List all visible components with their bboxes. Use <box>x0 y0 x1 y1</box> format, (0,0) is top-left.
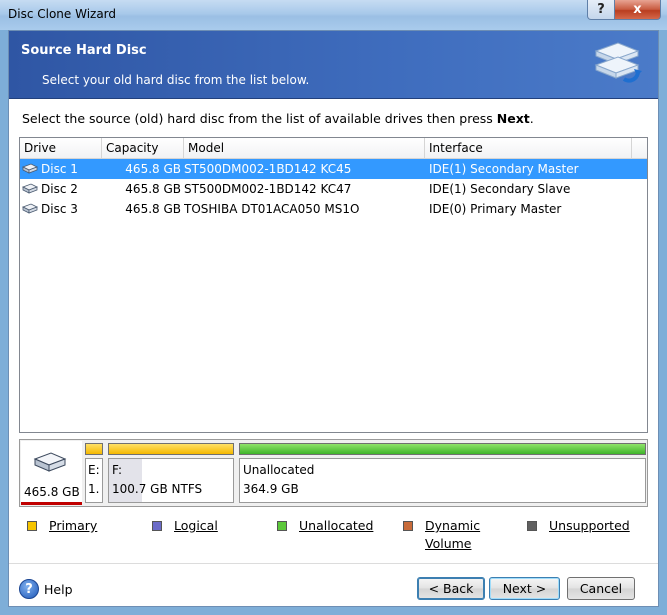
window-title: Disc Clone Wizard <box>8 7 117 21</box>
back-button[interactable]: < Back <box>417 577 485 600</box>
help-label: Help <box>44 581 73 597</box>
question-icon: ? <box>597 2 605 17</box>
list-header: Drive Capacity Model Interface <box>20 138 647 159</box>
table-row[interactable]: Disc 1 465.8 GB ST500DM002-1BD142 KC45 I… <box>20 159 647 179</box>
instruction-suffix: . <box>529 111 534 126</box>
partition-label: Unallocated <box>243 463 315 477</box>
hard-disk-icon <box>22 183 38 194</box>
legend-swatch <box>27 521 37 531</box>
legend-label: Dynamic Volume <box>425 518 481 551</box>
window-titlebar: Disc Clone Wizard ? x <box>0 0 667 30</box>
dialog-client-area: Source Hard Disc Select your old hard di… <box>8 30 659 607</box>
partition-letter: E: <box>88 463 100 477</box>
hard-disk-icon <box>22 203 38 214</box>
title-help-button[interactable]: ? <box>587 0 615 20</box>
row-drive: Disc 3 <box>41 202 78 216</box>
partition-size: 364.9 GB <box>243 482 299 496</box>
row-drive: Disc 2 <box>41 182 78 196</box>
legend-label: Unsupported <box>549 518 630 533</box>
column-header-capacity[interactable]: Capacity <box>102 138 184 158</box>
close-icon: x <box>633 2 642 17</box>
next-button[interactable]: Next > <box>489 577 560 600</box>
hard-disk-icon <box>22 163 38 174</box>
legend-swatch <box>277 521 287 531</box>
partition-size: 100.7 GB NTFS <box>112 482 203 496</box>
legend-label: Unallocated <box>299 518 374 533</box>
row-capacity: 465.8 GB <box>125 182 181 196</box>
legend-dynamic-volume: Dynamic Volume <box>403 517 495 553</box>
row-capacity: 465.8 GB <box>125 162 181 176</box>
step-subtitle: Select your old hard disc from the list … <box>42 73 310 87</box>
legend-label: Logical <box>174 518 218 533</box>
table-row[interactable]: Disc 2 465.8 GB ST500DM002-1BD142 KC47 I… <box>20 179 647 199</box>
row-drive: Disc 1 <box>41 162 78 176</box>
instruction-next-word: Next <box>496 111 530 126</box>
disc-clone-icon <box>594 42 642 83</box>
wizard-header: Source Hard Disc Select your old hard di… <box>9 31 658 99</box>
legend-swatch <box>152 521 162 531</box>
legend-logical: Logical <box>152 517 218 535</box>
partition-letter: F: <box>112 463 123 477</box>
primary-bar <box>108 443 234 455</box>
partition-e[interactable]: E: 1. <box>85 443 103 503</box>
partition-map: 465.8 GB E: 1. F: 100.7 GB NTFS Unalloca… <box>19 439 648 507</box>
table-row[interactable]: Disc 3 465.8 GB TOSHIBA DT01ACA050 MS1O … <box>20 199 647 219</box>
hard-disk-icon <box>33 452 67 472</box>
column-header-interface[interactable]: Interface <box>425 138 632 158</box>
caption-buttons: ? x <box>587 0 661 20</box>
row-capacity: 465.8 GB <box>125 202 181 216</box>
legend-label: Primary <box>49 518 98 533</box>
unallocated-bar <box>239 443 646 455</box>
disk-summary[interactable]: 465.8 GB <box>21 441 82 505</box>
legend-swatch <box>527 521 537 531</box>
legend-primary: Primary <box>27 517 97 535</box>
row-model: ST500DM002-1BD142 KC47 <box>184 182 352 196</box>
row-interface: IDE(1) Secondary Master <box>429 162 579 176</box>
partition-unallocated[interactable]: Unallocated 364.9 GB <box>239 443 646 503</box>
help-link[interactable]: ? Help <box>19 579 73 599</box>
row-model: ST500DM002-1BD142 KC45 <box>184 162 352 176</box>
help-icon: ? <box>19 579 39 599</box>
row-model: TOSHIBA DT01ACA050 MS1O <box>184 202 360 216</box>
drive-list[interactable]: Drive Capacity Model Interface Disc 1 46… <box>19 137 648 433</box>
step-title: Source Hard Disc <box>21 43 147 58</box>
row-interface: IDE(0) Primary Master <box>429 202 562 216</box>
cancel-button[interactable]: Cancel <box>567 577 635 600</box>
column-header-drive[interactable]: Drive <box>20 138 102 158</box>
partition-f[interactable]: F: 100.7 GB NTFS <box>108 443 234 503</box>
primary-bar <box>85 443 103 455</box>
column-header-filler <box>632 138 647 158</box>
disk-size-label: 465.8 GB <box>24 485 80 499</box>
column-header-model[interactable]: Model <box>184 138 425 158</box>
instruction-text: Select the source (old) hard disc from t… <box>22 111 534 126</box>
footer-divider <box>9 563 658 564</box>
partition-size: 1. <box>88 482 100 496</box>
legend-swatch <box>403 521 413 531</box>
legend-unallocated: Unallocated <box>277 517 373 535</box>
row-interface: IDE(1) Secondary Slave <box>429 182 571 196</box>
instruction-prefix: Select the source (old) hard disc from t… <box>22 111 497 126</box>
close-button[interactable]: x <box>615 0 661 20</box>
legend-unsupported: Unsupported <box>527 517 630 535</box>
partition-legend: Primary Logical Unallocated Dynamic Volu… <box>27 517 647 557</box>
